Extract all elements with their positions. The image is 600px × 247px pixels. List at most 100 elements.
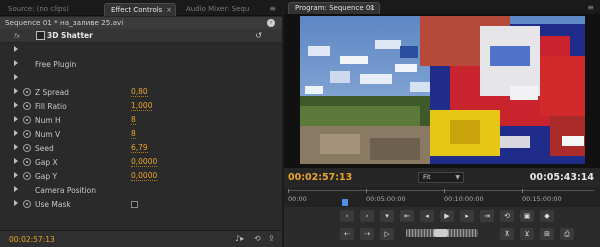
loop-icon[interactable]: ⟲ [500,210,514,222]
property-value[interactable]: 8 [131,116,136,125]
play-in-to-out-icon[interactable]: ▷ [380,228,394,240]
trim-monitor-icon[interactable]: ⊞ [540,228,554,240]
shuttle-slider[interactable] [434,229,448,237]
lift-icon[interactable]: ⊼ [500,228,514,240]
expand-triangle-icon[interactable] [14,200,18,206]
time-ruler[interactable]: 00:00 00:05:00:00 00:10:00:00 00:15:00:0… [284,187,600,207]
expand-triangle-icon[interactable] [14,186,18,192]
expand-triangle-icon[interactable] [14,116,18,122]
property-row-num-v[interactable]: Num V 8 [0,127,282,141]
step-back-icon[interactable]: ◂ [420,210,434,222]
tab-effect-controls[interactable]: Effect Controls × [104,3,176,16]
loop-icon[interactable]: ⟲ [254,234,261,243]
effect-controls-timecode[interactable]: 00:02:57:13 [9,235,55,244]
playhead-timecode[interactable]: 00:02:57:13 [288,172,352,183]
property-label: Gap Y [35,172,58,181]
expand-triangle-icon[interactable] [14,60,18,66]
left-tab-bar: Source: (no clips) Effect Controls × Audi… [0,0,282,16]
property-row-z-spread[interactable]: Z Spread 0,80 [0,85,282,99]
panel-menu-icon[interactable]: ≡ [269,4,276,13]
fx-toggle-icon[interactable]: fx [14,32,20,40]
stopwatch-icon[interactable] [23,88,31,96]
property-row-fill-ratio[interactable]: Fill Ratio 1,000 [0,99,282,113]
property-value[interactable]: 0,80 [131,88,148,97]
close-icon[interactable]: × [369,3,375,14]
reset-icon[interactable]: ↺ [255,31,262,40]
right-tab-bar: Program: Sequence 01 × ≡ [284,0,600,14]
ruler-line [288,190,594,191]
ruler-tick [366,189,367,193]
property-row-free-plugin[interactable]: Free Plugin [0,57,282,71]
set-marker-icon[interactable]: ▾ [380,210,394,222]
zoom-select-value: Fit [423,173,431,181]
ruler-label: 00:10:00:00 [444,195,484,203]
sequence-header: Sequence 01 * на_заливе 25.avi ‹ [0,17,282,29]
mark-out-icon[interactable]: › [360,210,374,222]
effect-controls-panel: Source: (no clips) Effect Controls × Audi… [0,0,282,247]
property-value[interactable]: 6,79 [131,144,148,153]
panel-menu-icon[interactable]: ≡ [587,3,594,12]
go-to-out-icon[interactable]: ⇥ [480,210,494,222]
expand-triangle-icon[interactable] [14,74,18,80]
safe-margins-icon[interactable]: ▣ [520,210,534,222]
property-value[interactable]: 8 [131,130,136,139]
stopwatch-icon[interactable] [23,158,31,166]
tab-source[interactable]: Source: (no clips) [2,3,96,16]
expand-triangle-icon[interactable] [14,130,18,136]
property-row-num-h[interactable]: Num H 8 [0,113,282,127]
export-frame-icon[interactable]: ⎙ [560,228,574,240]
play-audio-icon[interactable]: ♪▸ [235,234,244,243]
property-row-gap-y[interactable]: Gap Y 0,0000 [0,169,282,183]
tab-program-monitor[interactable]: Program: Sequence 01 × [288,2,380,14]
close-icon[interactable]: × [166,4,172,16]
expand-triangle-icon[interactable] [14,144,18,150]
use-mask-checkbox[interactable] [131,201,138,208]
expand-triangle-icon[interactable] [14,102,18,108]
expand-triangle-icon[interactable] [14,46,18,52]
go-to-previous-edit-icon[interactable]: ⇠ [340,228,354,240]
stopwatch-icon[interactable] [23,116,31,124]
go-to-in-icon[interactable]: ⇤ [400,210,414,222]
play-icon[interactable]: ▶ [440,210,454,222]
extract-icon[interactable]: ⊻ [520,228,534,240]
property-row-camera-position[interactable]: Camera Position [0,183,282,197]
property-label: Use Mask [35,200,71,209]
property-label: Gap X [35,158,58,167]
effect-header-row[interactable]: fx 3D Shatter ↺ [0,29,282,43]
property-row-gap-x[interactable]: Gap X 0,0000 [0,155,282,169]
property-label: Seed [35,144,54,153]
export-icon[interactable]: ⇪ [268,234,275,243]
output-icon[interactable]: ◆ [540,210,554,222]
mark-in-icon[interactable]: ‹ [340,210,354,222]
expand-triangle-icon[interactable] [14,172,18,178]
property-row-use-mask[interactable]: Use Mask [0,197,282,211]
property-label: Z Spread [35,88,69,97]
ruler-label: 00:00 [288,195,307,203]
transport-controls: ‹ › ▾ ⇤ ◂ ▶ ▸ ⇥ ⟲ ▣ ◆ ⇠ ⇢ ▷ ⊼ ⊻ ⊞ ⎙ [284,207,600,247]
property-value[interactable]: 1,000 [131,102,153,111]
expand-triangle-icon[interactable] [14,158,18,164]
stopwatch-icon[interactable] [23,102,31,110]
tab-effect-controls-label: Effect Controls [111,6,163,14]
property-label: Free Plugin [35,60,77,69]
property-row-seed[interactable]: Seed 6,79 [0,141,282,155]
stopwatch-icon[interactable] [23,144,31,152]
tab-audio-mixer[interactable]: Audio Mixer: Sequ [180,3,256,16]
expand-triangle-icon[interactable] [14,88,18,94]
stopwatch-icon[interactable] [23,172,31,180]
show-hide-timeline-icon[interactable]: ‹ [267,19,275,27]
property-value[interactable]: 0,0000 [131,158,158,167]
playhead-marker[interactable] [342,199,348,206]
video-frame[interactable] [300,16,585,164]
tab-program-label: Program: Sequence 01 [295,4,375,12]
duration-timecode: 00:05:43:14 [529,172,594,183]
zoom-select[interactable]: Fit ▼ [418,172,464,183]
property-row[interactable] [0,43,282,57]
property-value[interactable]: 0,0000 [131,172,158,181]
stopwatch-icon[interactable] [23,130,31,138]
tab-source-label: Source: (no clips) [8,5,69,13]
property-row[interactable] [0,71,282,85]
step-forward-icon[interactable]: ▸ [460,210,474,222]
go-to-next-edit-icon[interactable]: ⇢ [360,228,374,240]
stopwatch-icon[interactable] [23,200,31,208]
